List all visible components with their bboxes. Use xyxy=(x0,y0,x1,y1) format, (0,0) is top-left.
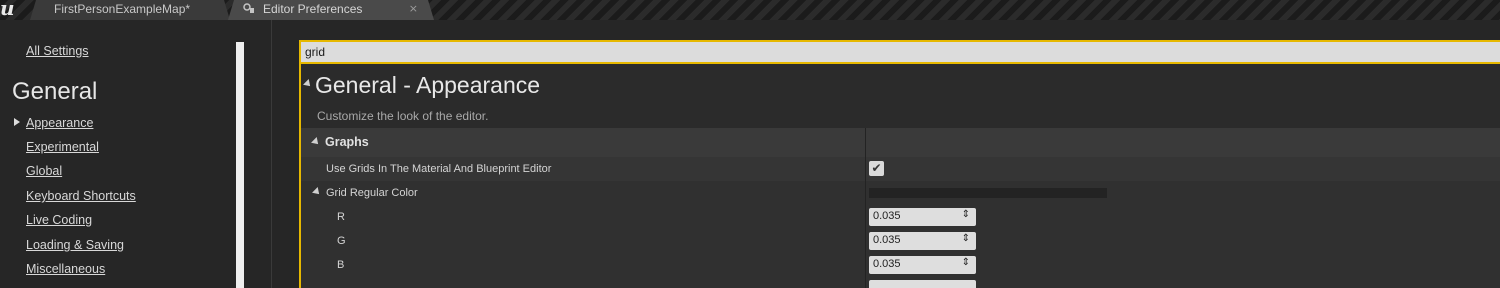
group-label: Graphs xyxy=(325,135,369,149)
section-description: Customize the look of the editor. xyxy=(317,109,489,123)
details-panel: General - Appearance Customize the look … xyxy=(299,64,1500,288)
column-divider xyxy=(865,229,866,253)
sidebar-item-global[interactable]: Global xyxy=(26,164,62,178)
spinner-icon[interactable]: ⇕ xyxy=(962,209,970,220)
property-label: Use Grids In The Material And Blueprint … xyxy=(326,163,552,175)
channel-label: G xyxy=(337,235,346,247)
property-label: Grid Regular Color xyxy=(326,187,418,199)
column-divider xyxy=(865,181,866,205)
category-heading: General xyxy=(12,78,98,105)
unreal-logo-icon[interactable]: u xyxy=(0,0,20,20)
sidebar-item-experimental[interactable]: Experimental xyxy=(26,140,99,154)
use-grids-checkbox[interactable]: ✔ xyxy=(869,161,884,176)
column-divider xyxy=(865,277,866,288)
color-swatch[interactable] xyxy=(869,188,1107,198)
column-divider xyxy=(865,157,866,181)
sidebar-item-live-coding[interactable]: Live Coding xyxy=(26,213,92,227)
column-divider xyxy=(865,205,866,229)
property-row-grid-regular-color: Grid Regular Color xyxy=(301,181,1500,205)
selected-arrow-icon xyxy=(14,118,20,126)
sidebar-item-miscellaneous[interactable]: Miscellaneous xyxy=(26,262,105,276)
g-value-field[interactable]: 0.035 ⇕ xyxy=(869,232,976,250)
sidebar-item-appearance[interactable]: Appearance xyxy=(26,116,93,130)
column-divider xyxy=(865,253,866,277)
property-row-r: R 0.035 ⇕ xyxy=(301,205,1500,229)
tab-label: FirstPersonExampleMap* xyxy=(54,2,191,16)
field-value: 0.035 xyxy=(873,234,901,246)
spinner-icon[interactable]: ⇕ xyxy=(962,257,970,268)
preferences-tab-icon xyxy=(242,1,256,18)
sidebar-item-loading-saving[interactable]: Loading & Saving xyxy=(26,238,124,252)
property-row-g: G 0.035 ⇕ xyxy=(301,229,1500,253)
search-input[interactable]: grid xyxy=(299,40,1500,64)
editor-window: u FirstPersonExampleMap* Editor Preferen… xyxy=(0,0,1500,288)
checkmark-icon: ✔ xyxy=(871,161,882,175)
sidebar-scrollbar[interactable] xyxy=(236,42,244,288)
property-row-use-grids: Use Grids In The Material And Blueprint … xyxy=(301,157,1500,181)
settings-sidebar: All Settings General Appearance Experime… xyxy=(0,20,272,288)
group-row-graphs[interactable]: Graphs xyxy=(301,128,1500,157)
b-value-field[interactable]: 0.035 ⇕ xyxy=(869,256,976,274)
r-value-field[interactable]: 0.035 ⇕ xyxy=(869,208,976,226)
property-row-a xyxy=(301,277,1500,288)
collapse-arrow-icon xyxy=(311,137,321,147)
tab-first-person-map[interactable]: FirstPersonExampleMap* xyxy=(30,0,230,20)
collapse-arrow-icon[interactable] xyxy=(312,187,322,197)
tab-bar: u FirstPersonExampleMap* Editor Preferen… xyxy=(0,0,1500,20)
channel-label: R xyxy=(337,211,345,223)
section-title: General - Appearance xyxy=(315,72,541,98)
a-value-field[interactable] xyxy=(869,280,976,288)
property-row-b: B 0.035 ⇕ xyxy=(301,253,1500,277)
close-icon[interactable]: × xyxy=(409,2,418,15)
all-settings-link[interactable]: All Settings xyxy=(26,44,89,58)
sidebar-item-keyboard-shortcuts[interactable]: Keyboard Shortcuts xyxy=(26,189,136,203)
collapse-arrow-icon[interactable] xyxy=(303,79,313,89)
field-value: 0.035 xyxy=(873,210,901,222)
tab-editor-preferences[interactable]: Editor Preferences × xyxy=(228,0,434,20)
channel-label: B xyxy=(337,259,345,271)
tab-label: Editor Preferences xyxy=(263,2,363,16)
column-divider xyxy=(865,128,866,157)
field-value: 0.035 xyxy=(873,258,901,270)
settings-main: grid General - Appearance Customize the … xyxy=(273,20,1500,288)
spinner-icon[interactable]: ⇕ xyxy=(962,233,970,244)
